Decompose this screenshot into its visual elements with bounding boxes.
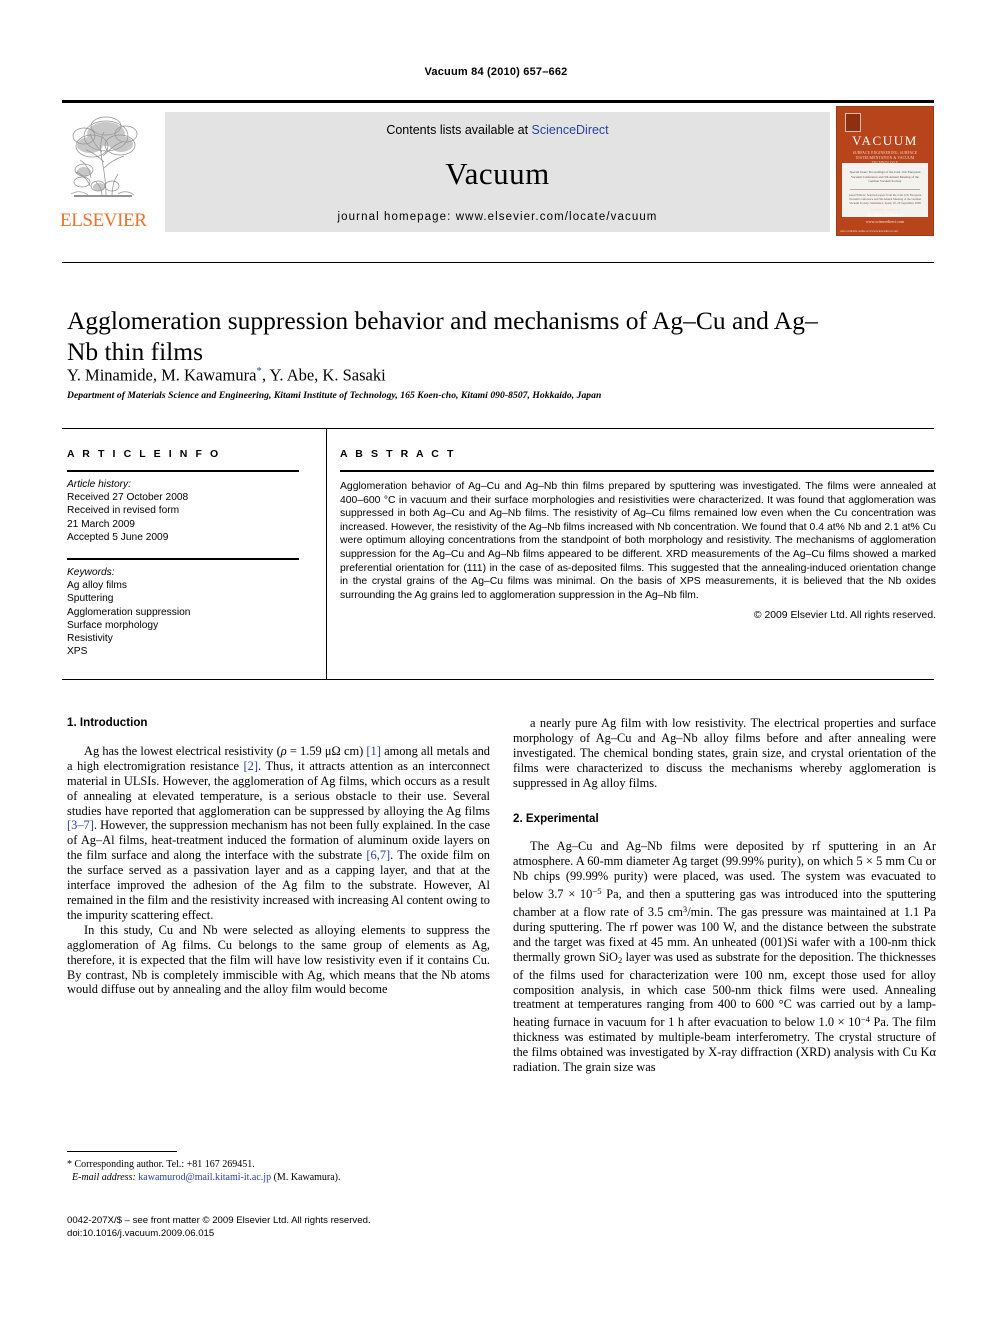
footnote-separator-rule — [67, 1151, 177, 1152]
cover-footer: Available online at ScienceDirect www.sc… — [837, 207, 933, 225]
affiliation: Department of Materials Science and Engi… — [67, 390, 602, 401]
corresponding-author-note: * Corresponding author. Tel.: +81 167 26… — [67, 1159, 255, 1170]
email-note: E-mail address: kawamurod@mail.kitami-it… — [67, 1171, 497, 1184]
elsevier-wordmark: ELSEVIER — [60, 210, 147, 231]
contents-lists-line: Contents lists available at ScienceDirec… — [165, 123, 830, 137]
abstract-column: A B S T R A C T Agglomeration behavior o… — [340, 448, 936, 621]
journal-homepage-link[interactable]: journal homepage: www.elsevier.com/locat… — [165, 211, 830, 223]
footnote-block: * Corresponding author. Tel.: +81 167 26… — [67, 1158, 497, 1184]
superscript: −5 — [592, 886, 602, 897]
keywords-label: Keywords: — [67, 567, 115, 579]
elsevier-logo: ELSEVIER — [60, 112, 147, 232]
doi[interactable]: doi:10.1016/j.vacuum.2009.06.015 — [67, 1228, 567, 1241]
article-info-column: A R T I C L E I N F O Article history: R… — [67, 448, 312, 658]
keyword-item: Sputtering — [67, 593, 114, 605]
cover-url: www.sciencedirect.com — [865, 219, 905, 224]
journal-banner-box: Contents lists available at ScienceDirec… — [165, 112, 830, 232]
section-heading-introduction: 1. Introduction — [67, 716, 148, 729]
article-history-item: Received 27 October 2008 — [67, 492, 189, 504]
panel-vertical-divider — [326, 428, 327, 680]
imprint-block: 0042-207X/$ – see front matter © 2009 El… — [67, 1215, 567, 1240]
sciencedirect-link[interactable]: ScienceDirect — [532, 123, 609, 137]
article-info-rule-1 — [67, 470, 299, 472]
journal-cover-thumbnail[interactable]: VACUUM SURFACE ENGINEERING, SURFACE INST… — [836, 106, 934, 236]
authors-pre: Y. Minamide, M. Kawamura — [67, 365, 257, 385]
keyword-item: XPS — [67, 646, 88, 658]
article-history-item: Accepted 5 June 2009 — [67, 531, 169, 543]
paragraph: a nearly pure Ag film with low resistivi… — [513, 716, 936, 790]
keyword-item: Ag alloy films — [67, 580, 128, 592]
body-column-left: 1. Introduction Ag has the lowest electr… — [67, 716, 490, 997]
article-history-item: Received in revised form — [67, 505, 180, 517]
cover-corner-note: Also available online at www.sciencedire… — [840, 229, 898, 233]
body-column-right: a nearly pure Ag film with low resistivi… — [513, 716, 936, 1075]
journal-article-page: Vacuum 84 (2010) 657–662 ELSEVIER Conten… — [0, 0, 992, 1323]
cover-issue-line: Special Issue: Proceedings of the Joint … — [849, 170, 921, 184]
page-title: Agglomeration suppression behavior and m… — [67, 306, 818, 367]
paragraph: The Ag–Cu and Ag–Nb films were deposited… — [513, 839, 936, 1074]
superscript: −4 — [860, 1014, 870, 1025]
section-heading-experimental: 2. Experimental — [513, 811, 599, 825]
email-link[interactable]: kawamurod@mail.kitami-it.ac.jp — [138, 1172, 271, 1183]
abstract-heading: A B S T R A C T — [340, 448, 456, 460]
keyword-item: Agglomeration suppression — [67, 606, 191, 618]
article-history-block: Article history: Received 27 October 200… — [67, 478, 312, 544]
text-run: = 1.59 μΩ cm) — [286, 743, 367, 758]
author-list: Y. Minamide, M. Kawamura*, Y. Abe, K. Sa… — [67, 365, 867, 386]
email-label: E-mail address: — [72, 1172, 136, 1183]
title-separator-rule — [62, 262, 934, 263]
article-info-rule-2 — [67, 558, 299, 561]
cover-editors-line: Guest Editors: Selected papers from the … — [848, 193, 922, 206]
article-history-item: 21 March 2009 — [67, 518, 135, 530]
panel-top-rule — [62, 428, 934, 429]
issn-front-matter: 0042-207X/$ – see front matter © 2009 El… — [67, 1215, 371, 1226]
paragraph: In this study, Cu and Nb were selected a… — [67, 922, 490, 997]
keyword-item: Surface morphology — [67, 619, 159, 631]
cover-divider — [850, 189, 920, 190]
citation-link[interactable]: [1] — [366, 744, 380, 758]
keywords-block: Keywords: Ag alloy films Sputtering Aggl… — [67, 566, 312, 658]
keyword-item: Resistivity — [67, 633, 113, 645]
abstract-text: Agglomeration behavior of Ag–Cu and Ag–N… — [340, 481, 936, 601]
authors-post: , Y. Abe, K. Sasaki — [261, 365, 386, 385]
banner-top-rule — [62, 100, 934, 103]
paragraph: Ag has the lowest electrical resistivity… — [67, 744, 490, 923]
text-run: Ag has the lowest electrical resistivity… — [84, 743, 281, 758]
citation-link[interactable]: [6,7] — [366, 848, 390, 862]
citation-link[interactable]: [3–7] — [67, 818, 94, 832]
article-history-label: Article history: — [67, 479, 131, 490]
running-head: Vacuum 84 (2010) 657–662 — [424, 66, 568, 78]
panel-bottom-rule — [62, 679, 934, 680]
cover-journal-title: VACUUM — [852, 133, 918, 148]
abstract-copyright: © 2009 Elsevier Ltd. All rights reserved… — [753, 610, 936, 622]
email-suffix: (M. Kawamura). — [271, 1172, 341, 1183]
citation-link[interactable]: [2] — [244, 759, 258, 773]
journal-banner: ELSEVIER Contents lists available at Sci… — [60, 100, 934, 236]
cover-emblem-icon — [845, 113, 861, 132]
contents-lists-prefix: Contents lists available at — [386, 123, 532, 137]
abstract-rule — [340, 470, 934, 472]
elsevier-tree-icon — [70, 116, 138, 197]
article-info-heading: A R T I C L E I N F O — [67, 448, 221, 460]
journal-title: Vacuum — [445, 156, 550, 191]
